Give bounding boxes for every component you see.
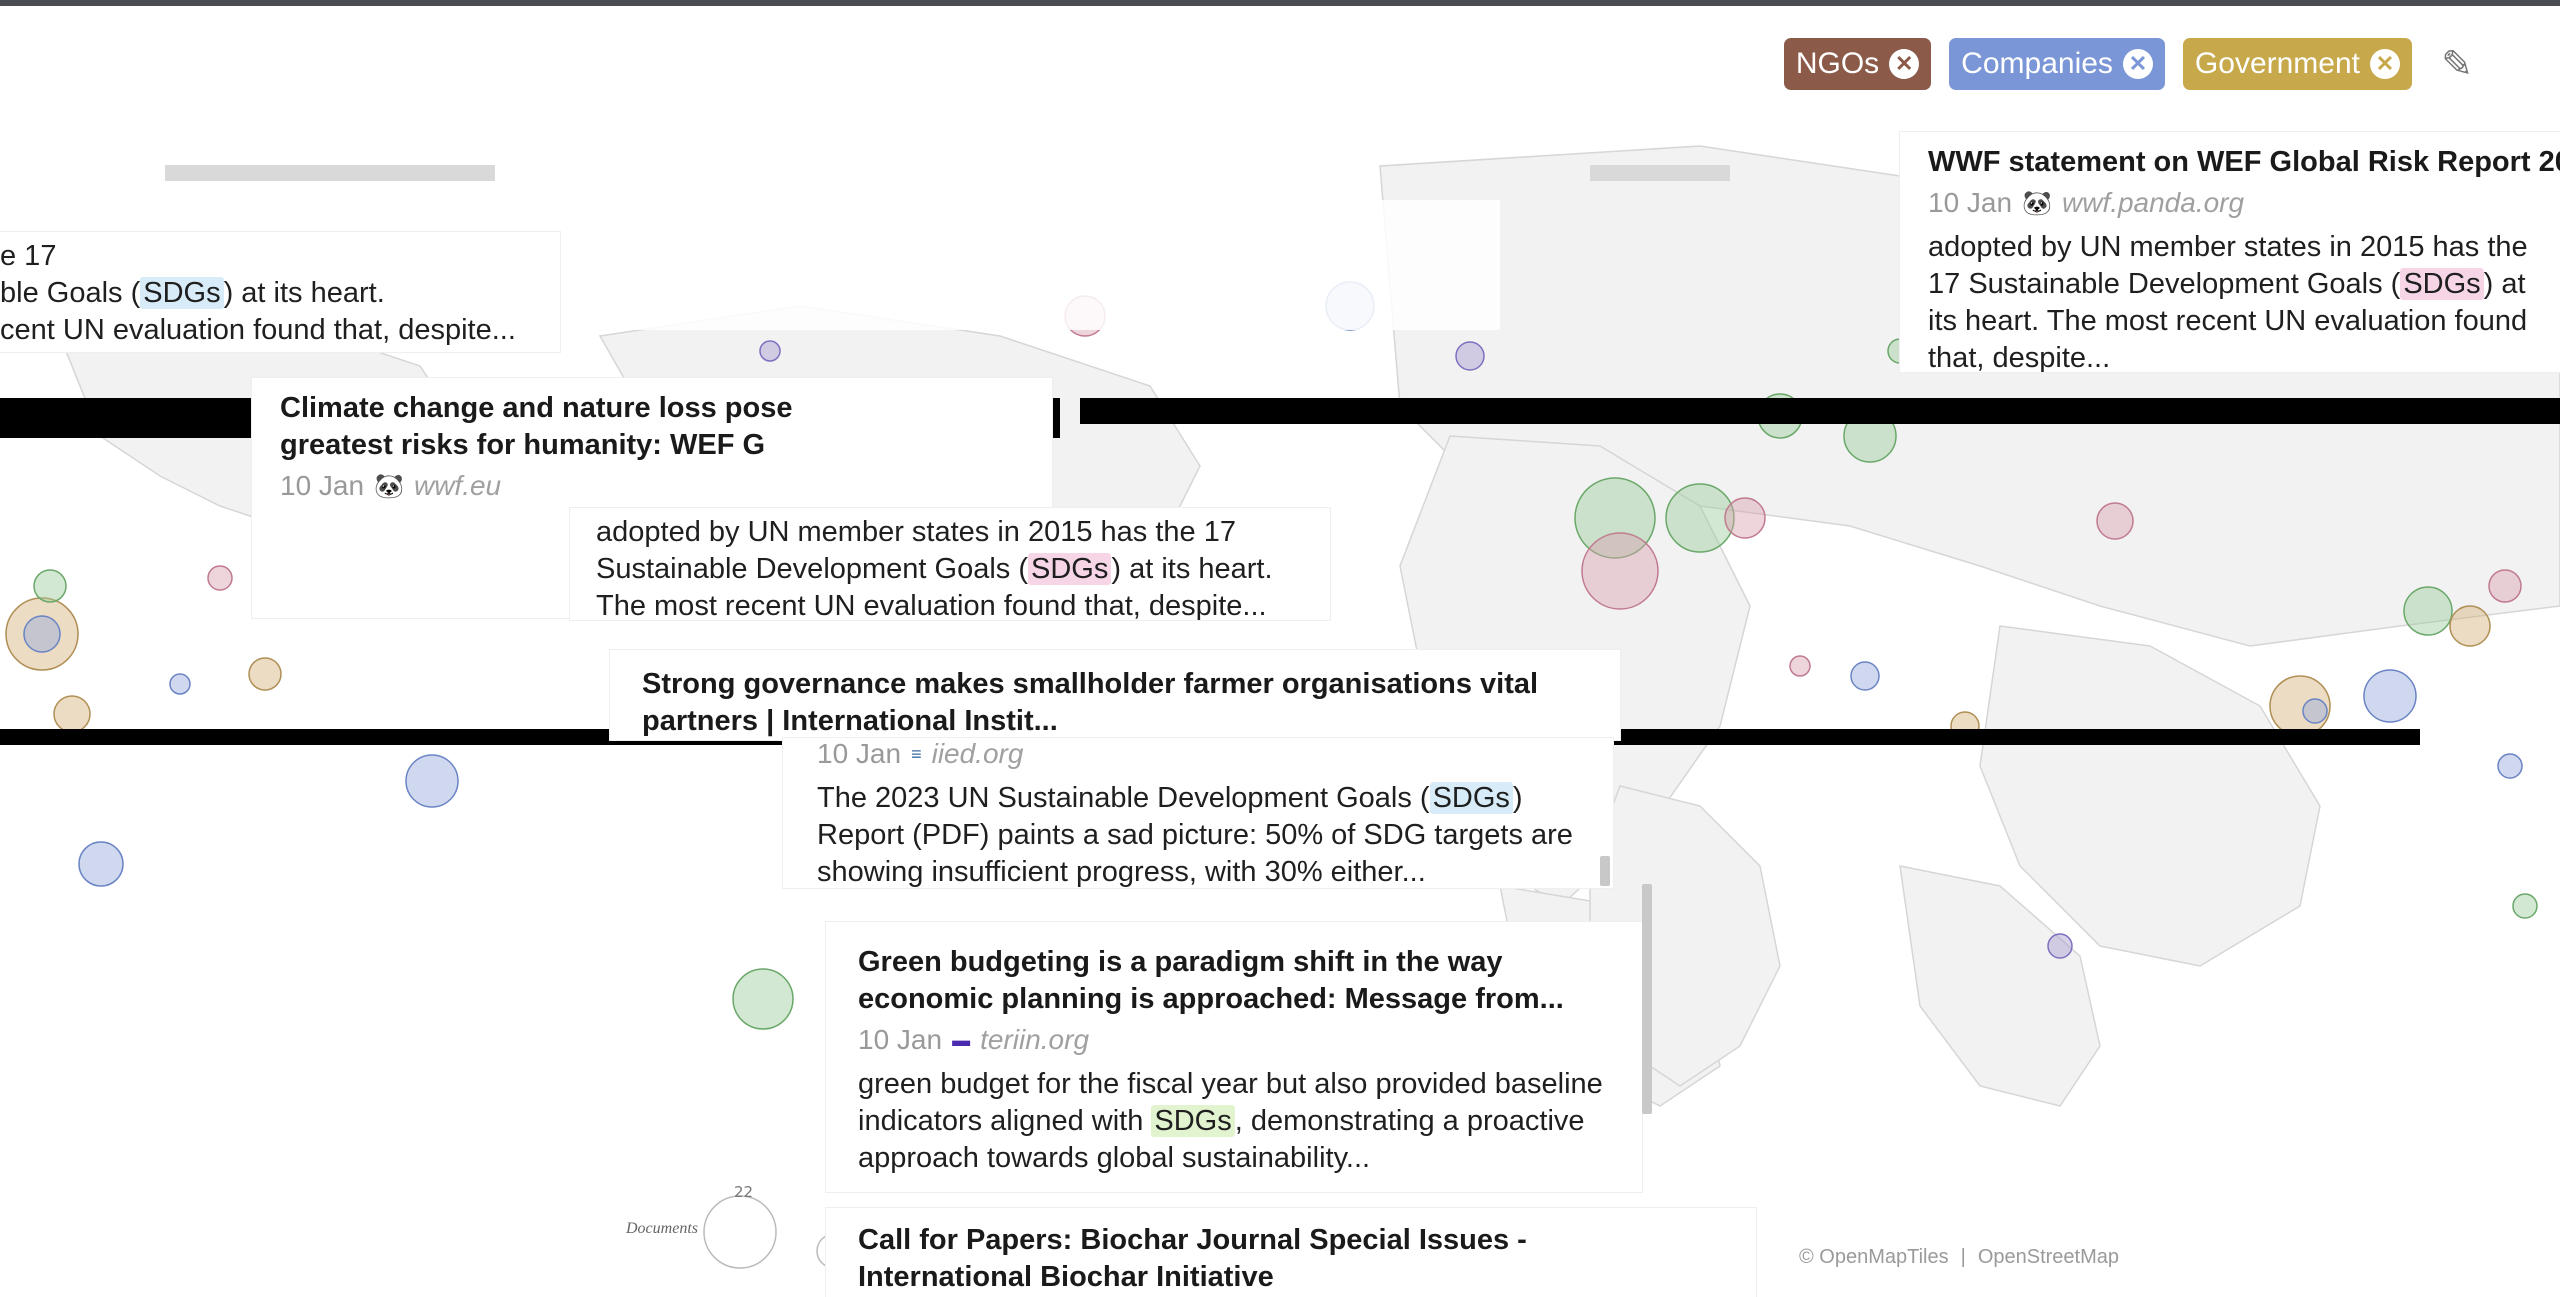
card-title[interactable]: Climate change and nature loss pose grea… [280, 390, 840, 464]
list-scrollbar[interactable] [1642, 884, 1652, 1114]
keyword-highlight: SDGs [1151, 1105, 1235, 1137]
filter-label: Government [2194, 47, 2360, 80]
filter-bar: NGOs ✕ Companies ✕ Government ✕ ✎ [1783, 38, 2480, 90]
close-circle-icon[interactable]: ✕ [2370, 49, 2400, 79]
card-source[interactable]: wwf.panda.org [2062, 187, 2244, 219]
panda-logo-icon: 🐼 [2022, 189, 2052, 217]
card-date: 10 Jan [280, 470, 365, 501]
keyword-highlight: SDGs [1028, 553, 1112, 585]
keyword-highlight: SDGs [2400, 268, 2484, 300]
openstreetmap-link[interactable]: OpenStreetMap [1978, 1246, 2119, 1268]
card-title[interactable]: Call for Papers: Biochar Journal Special… [858, 1222, 1598, 1296]
panda-logo-icon: 🐼 [374, 472, 404, 500]
openmaptiles-link[interactable]: © OpenMapTiles [1799, 1246, 1949, 1268]
teri-logo-icon: ▬ [952, 1029, 971, 1050]
render-artifact [165, 165, 495, 181]
card-title[interactable]: Green budgeting is a paradigm shift in t… [858, 944, 1598, 1018]
news-card-partial-left[interactable]: e 17 ble Goals (SDGs) at its heart. cent… [0, 232, 560, 352]
card-source[interactable]: iied.org [932, 738, 1024, 770]
card-source[interactable]: wwf.eu [414, 470, 501, 502]
filter-pill-ngos[interactable]: NGOs ✕ [1783, 38, 1932, 90]
legend-label: Documents [626, 1220, 698, 1237]
card-meta: 10 Jan ≡ iied.org [817, 738, 1613, 770]
card-title[interactable]: WWF statement on WEF Global Risk Report … [1928, 144, 2560, 181]
news-card-teriin[interactable]: Green budgeting is a paradigm shift in t… [826, 922, 1642, 1192]
map-attribution: © OpenMapTiles | OpenStreetMap [1793, 1246, 2125, 1269]
card-meta: 10 Jan ▬ teriin.org [858, 1024, 1642, 1056]
card-date: 10 Jan [858, 1024, 943, 1055]
filter-pill-government[interactable]: Government ✕ [2182, 38, 2412, 90]
news-card-biochar[interactable]: Call for Papers: Biochar Journal Special… [826, 1208, 1756, 1297]
news-card-wwf-eu-snippet[interactable]: adopted by UN member states in 2015 has … [570, 508, 1330, 620]
news-card-iied[interactable]: Strong governance makes smallholder farm… [610, 650, 1620, 740]
filter-label: Companies [1961, 47, 2113, 80]
iied-logo-icon: ≡ [911, 743, 922, 764]
card-source[interactable]: teriin.org [980, 1024, 1089, 1056]
keyword-highlight: SDGs [1429, 782, 1513, 814]
news-card-iied-body[interactable]: 10 Jan ≡ iied.org The 2023 UN Sustainabl… [783, 738, 1613, 888]
legend-count: 22 [734, 1183, 754, 1201]
news-card-wwf-panda[interactable]: WWF statement on WEF Global Risk Report … [1900, 132, 2560, 372]
card-meta: 10 Jan 🐼 wwf.eu [280, 470, 1052, 502]
attribution-separator: | [1960, 1246, 1966, 1268]
keyword-highlight: SDGs [140, 277, 224, 309]
card-snippet: green budget for the fiscal year but als… [858, 1068, 1603, 1174]
card-date: 10 Jan [817, 738, 902, 769]
card-date: 10 Jan [1928, 187, 2013, 218]
card-scrollbar[interactable] [1600, 856, 1610, 886]
card-snippet: The 2023 UN Sustainable Development Goal… [817, 782, 1573, 888]
close-circle-icon[interactable]: ✕ [2122, 49, 2153, 79]
filter-pill-companies[interactable]: Companies ✕ [1949, 38, 2165, 90]
filter-label: NGOs [1795, 47, 1880, 80]
card-snippet: adopted by UN member states in 2015 has … [596, 516, 1273, 620]
card-meta: 10 Jan 🐼 wwf.panda.org [1928, 187, 2560, 219]
card-title[interactable]: Strong governance makes smallholder farm… [642, 666, 1582, 740]
card-snippet: adopted by UN member states in 2015 has … [1928, 231, 2528, 372]
card-snippet: e 17 ble Goals (SDGs) at its heart. cent… [0, 240, 516, 346]
close-circle-icon[interactable]: ✕ [1889, 49, 1920, 79]
pencil-square-icon[interactable]: ✎ [2434, 41, 2480, 87]
render-artifact [1590, 165, 1730, 181]
render-artifact [1080, 398, 2560, 424]
